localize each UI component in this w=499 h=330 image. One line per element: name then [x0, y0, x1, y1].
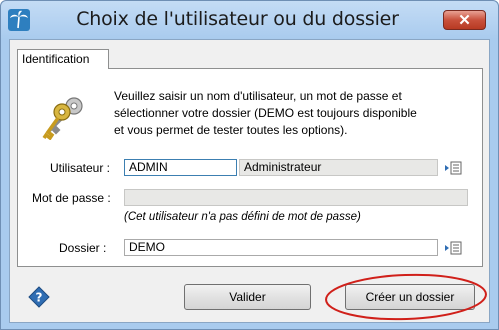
- folder-picker-icon[interactable]: [444, 241, 462, 255]
- password-note: (Cet utilisateur n'a pas défini de mot d…: [124, 211, 361, 223]
- help-icon[interactable]: ?: [28, 286, 50, 308]
- close-button[interactable]: ✕: [443, 10, 486, 30]
- keys-icon: [42, 97, 83, 140]
- password-label: Mot de passe :: [32, 191, 111, 205]
- folder-field[interactable]: DEMO: [124, 239, 438, 256]
- user-fullname-field: Administrateur: [239, 159, 438, 176]
- password-field: [124, 189, 468, 206]
- intro-line-3: et vous permet de tester toutes les opti…: [114, 123, 348, 137]
- user-picker-icon[interactable]: [444, 161, 462, 175]
- validate-button[interactable]: Valider: [184, 284, 311, 310]
- intro-line-1: Veuillez saisir un nom d'utilisateur, un…: [114, 89, 402, 103]
- window-title: Choix de l'utilisateur ou du dossier: [76, 8, 399, 30]
- intro-line-2: sélectionner votre dossier (DEMO est tou…: [114, 106, 417, 120]
- user-label: Utilisateur :: [50, 161, 111, 175]
- tab-identification[interactable]: Identification: [17, 49, 109, 69]
- user-field[interactable]: ADMIN: [124, 159, 237, 176]
- intro-text: Veuillez saisir un nom d'utilisateur, un…: [114, 88, 454, 139]
- title-bar[interactable]: Choix de l'utilisateur ou du dossier ✕: [1, 1, 498, 39]
- folder-label: Dossier :: [59, 241, 107, 255]
- svg-text:?: ?: [36, 291, 43, 305]
- create-folder-button[interactable]: Créer un dossier: [345, 284, 475, 310]
